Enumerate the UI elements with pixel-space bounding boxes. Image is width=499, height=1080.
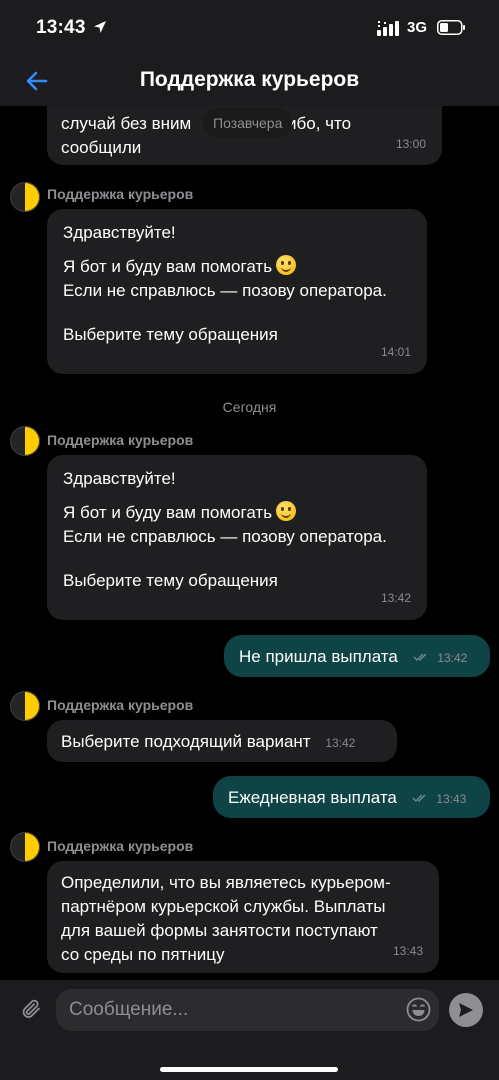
signal-bars-icon [377, 21, 399, 36]
avatar [10, 691, 40, 721]
message-time: 13:42 [380, 591, 411, 605]
status-time: 13:43 [36, 17, 86, 38]
message-list[interactable]: случай без вним ибо, что сообщили 13:00 … [0, 106, 499, 980]
message-bubble: Здравствуйте! Я бот и буду вам помогать … [47, 209, 427, 374]
message-bubble: Выберите подходящий вариант 13:42 [47, 720, 397, 762]
message-line: Я бот и буду вам помогать [63, 257, 273, 276]
message-input[interactable] [56, 989, 439, 1031]
status-bar: 13:43 3G [0, 0, 499, 56]
avatar [10, 426, 40, 456]
sender-name: Поддержка курьеров [47, 838, 194, 854]
message-line: Если не справлюсь — позову оператора. [63, 281, 387, 300]
chat-header: Поддержка курьеров [0, 56, 499, 106]
message-text: Ежедневная выплата [228, 788, 397, 807]
outgoing-message-bubble: Ежедневная выплата 13:43 [213, 776, 490, 818]
message-time: 13:43 [392, 944, 423, 958]
avatar [10, 182, 40, 212]
message-line: Выберите тему обращения [63, 325, 278, 344]
sender-name: Поддержка курьеров [47, 697, 194, 713]
message-bubble: Здравствуйте! Я бот и буду вам помогать … [47, 455, 427, 620]
message-bubble: Определили, что вы являетесь курьером- п… [47, 861, 439, 973]
message-time: 14:01 [380, 345, 411, 359]
message-text: Выберите подходящий вариант [61, 732, 311, 751]
chat-title: Поддержка курьеров [139, 68, 360, 91]
old-message-text-line2: сообщили [61, 138, 142, 157]
date-pill: Позавчера [203, 108, 293, 138]
message-line: Если не справлюсь — позову оператора. [63, 527, 387, 546]
network-type: 3G [407, 19, 428, 36]
double-check-icon [413, 653, 427, 661]
battery-icon [437, 20, 465, 35]
paperclip-icon[interactable] [19, 997, 43, 1021]
smiley-emoji-icon [276, 501, 297, 521]
message-greeting: Здравствуйте! [63, 469, 176, 488]
message-time: 13:43 [436, 792, 467, 806]
emoji-icon[interactable] [406, 997, 431, 1022]
double-check-icon [412, 794, 426, 802]
message-text: Определили, что вы являетесь курьером- п… [61, 873, 391, 964]
chat-screen: 13:43 3G Поддержка курьеров случай без в… [0, 0, 499, 1080]
avatar [10, 832, 40, 862]
location-arrow-icon [94, 21, 106, 33]
send-icon [459, 1003, 473, 1017]
old-message-text-right: ибо, что [287, 114, 352, 133]
message-greeting: Здравствуйте! [63, 223, 176, 242]
message-time: 13:42 [325, 736, 356, 750]
message-text: Не пришла выплата [239, 647, 398, 666]
outgoing-message-bubble: Не пришла выплата 13:42 [224, 635, 490, 677]
message-line: Выберите тему обращения [63, 571, 278, 590]
old-message-text-left: случай без вним [61, 114, 192, 133]
day-separator: Сегодня [222, 399, 277, 415]
smiley-emoji-icon [276, 255, 297, 275]
sender-name: Поддержка курьеров [47, 186, 194, 202]
message-time: 13:00 [395, 137, 426, 151]
message-line: Я бот и буду вам помогать [63, 503, 273, 522]
message-composer [0, 980, 499, 1080]
send-button[interactable] [449, 993, 483, 1027]
sender-name: Поддержка курьеров [47, 432, 194, 448]
home-indicator [160, 1067, 338, 1072]
message-time: 13:42 [437, 651, 468, 665]
